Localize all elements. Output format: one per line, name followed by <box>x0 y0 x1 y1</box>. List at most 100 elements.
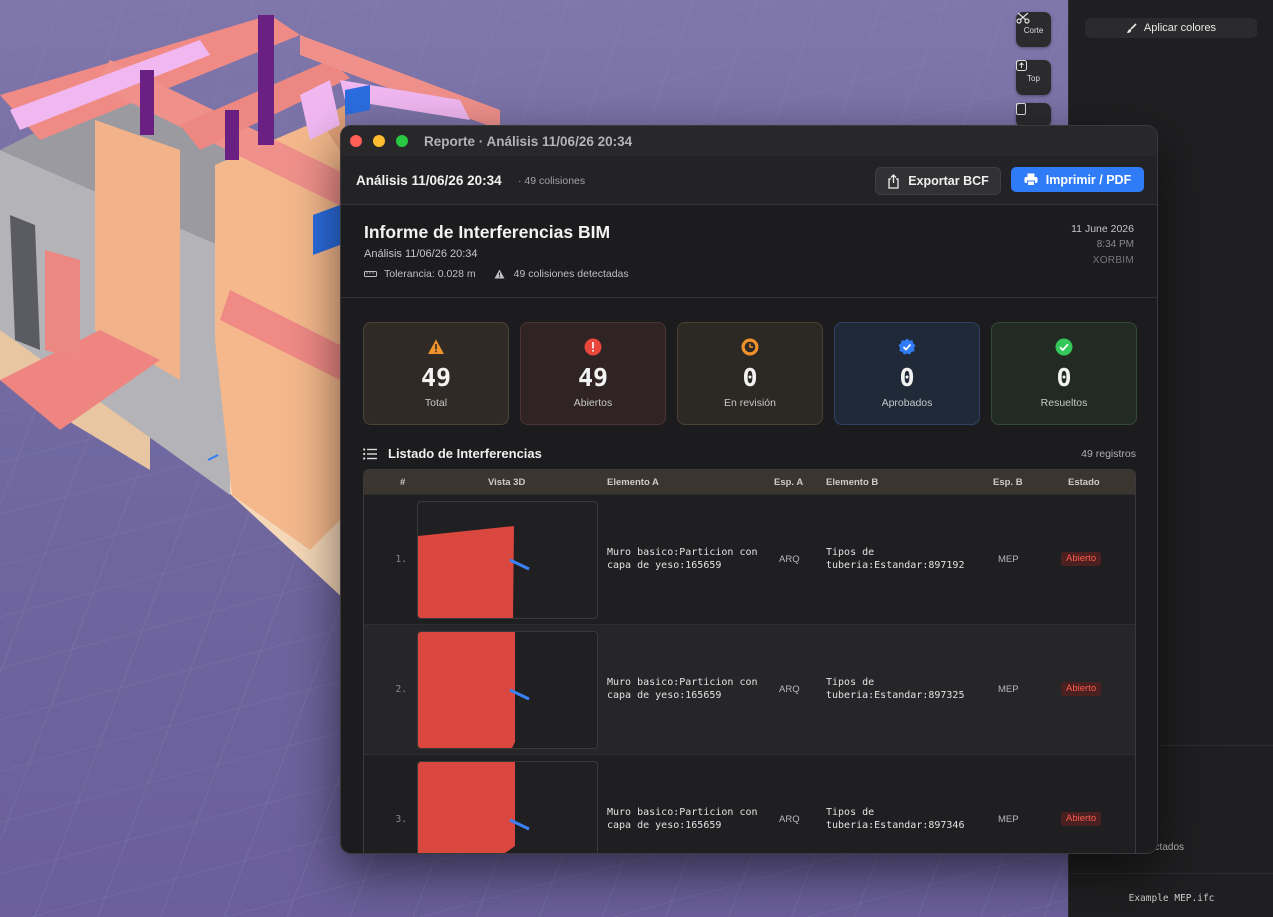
column-header-3d-view: Vista 3D <box>488 477 526 488</box>
interference-table: # Vista 3D Elemento A Esp. A Elemento B … <box>363 469 1136 853</box>
clash-3d-thumbnail[interactable] <box>417 761 598 853</box>
stat-value: 49 <box>420 363 452 392</box>
row-index: 3. <box>395 814 407 825</box>
apply-colors-button[interactable]: Aplicar colores <box>1085 18 1257 38</box>
esp-b: MEP <box>998 554 1019 565</box>
element-b: Tipos de tuberia:Estandar:897346 <box>826 807 965 831</box>
stat-card-total: 49 Total <box>363 322 509 425</box>
table-row[interactable]: 1. Muro basico:Particion con capa de yes… <box>364 494 1135 624</box>
wall-clash-preview <box>418 762 530 853</box>
element-a: Muro basico:Particion con capa de yeso:1… <box>607 807 758 831</box>
report-date: 11 June 2026 <box>1071 223 1134 235</box>
clock-icon <box>741 338 759 356</box>
report-title: Informe de Interferencias BIM <box>364 222 611 242</box>
clash-3d-thumbnail[interactable] <box>417 631 598 749</box>
printer-icon <box>1024 173 1038 186</box>
report-meta: Tolerancia: 0.028 m 49 colisiones detect… <box>364 268 629 280</box>
table-row[interactable]: 3. Muro basico:Particion con capa de yes… <box>364 754 1135 853</box>
exclamation-circle-icon <box>584 338 602 356</box>
stat-label: En revisión <box>724 397 776 409</box>
zoom-window-button[interactable] <box>396 135 408 147</box>
column-header-index: # <box>400 477 406 488</box>
stat-card-resolved: 0 Resueltos <box>991 322 1137 425</box>
clash-3d-thumbnail[interactable] <box>417 501 598 619</box>
table-row[interactable]: 2. Muro basico:Particion con capa de yes… <box>364 624 1135 754</box>
analysis-title: Análisis 11/06/26 20:34 <box>356 173 502 188</box>
print-pdf-button[interactable]: Imprimir / PDF <box>1011 167 1144 192</box>
close-window-button[interactable] <box>350 135 362 147</box>
stat-value: 0 <box>899 363 915 392</box>
row-index: 2. <box>395 684 407 695</box>
share-icon <box>888 173 899 189</box>
element-a: Muro basico:Particion con capa de yeso:1… <box>607 547 758 571</box>
divider <box>1069 873 1273 874</box>
view-mode-button[interactable] <box>1016 103 1051 127</box>
wall-clash-preview <box>418 526 530 618</box>
esp-a: ARQ <box>779 814 800 825</box>
element-b: Tipos de tuberia:Estandar:897325 <box>826 677 965 701</box>
arrow-up-square-icon <box>1016 60 1027 71</box>
esp-a: ARQ <box>779 684 800 695</box>
status-badge[interactable]: Abierto <box>1061 552 1102 566</box>
warning-icon <box>494 269 505 279</box>
esp-a: ARQ <box>779 554 800 565</box>
top-view-label: Top <box>1027 74 1040 83</box>
scissors-icon <box>1016 12 1030 24</box>
stat-value: 0 <box>1056 363 1072 392</box>
minimize-window-button[interactable] <box>373 135 385 147</box>
file-name: Example MEP.ifc <box>1128 893 1215 904</box>
status-badge[interactable]: Abierto <box>1061 682 1102 696</box>
column-header-esp-b: Esp. B <box>993 477 1023 488</box>
stat-card-open: 49 Abiertos <box>520 322 666 425</box>
warning-triangle-icon <box>428 339 444 354</box>
window-title: Reporte · Análisis 11/06/26 20:34 <box>424 134 633 149</box>
section-cut-label: Corte <box>1023 26 1044 35</box>
print-pdf-label: Imprimir / PDF <box>1045 172 1132 187</box>
column-header-status: Estado <box>1068 477 1100 488</box>
column-header-element-b: Elemento B <box>826 477 879 488</box>
column-header-esp-a: Esp. A <box>774 477 804 488</box>
row-index: 1. <box>395 554 407 565</box>
report-subtitle: Análisis 11/06/26 20:34 <box>364 248 478 260</box>
column-header-element-a: Elemento A <box>607 477 659 488</box>
record-count: 49 registros <box>1081 448 1136 460</box>
export-bcf-button[interactable]: Exportar BCF <box>875 167 1001 195</box>
esp-b: MEP <box>998 684 1019 695</box>
list-title: Listado de Interferencias <box>388 446 542 461</box>
stat-value: 49 <box>577 363 609 392</box>
collision-count: · 49 colisiones <box>518 175 586 187</box>
stat-label: Aprobados <box>881 397 933 409</box>
section-cut-button[interactable]: Corte <box>1016 12 1051 47</box>
interference-list-header: Listado de Interferencias 49 registros <box>363 446 1136 464</box>
check-circle-icon <box>1055 338 1073 356</box>
table-header: # Vista 3D Elemento A Esp. A Elemento B … <box>364 470 1135 494</box>
esp-b: MEP <box>998 814 1019 825</box>
stat-label: Resueltos <box>1040 397 1088 409</box>
ruler-icon <box>364 271 377 277</box>
report-time: 8:34 PM <box>1096 239 1134 250</box>
paintbrush-icon <box>1126 22 1137 33</box>
tolerance-text: Tolerancia: 0.028 m <box>384 268 476 280</box>
top-view-button[interactable]: Top <box>1016 60 1051 95</box>
stats-cards: 49 Total 49 Abiertos 0 En revisión 0 Apr… <box>363 322 1137 425</box>
stat-card-approved: 0 Aprobados <box>834 322 980 425</box>
square-icon <box>1016 103 1026 115</box>
report-brand: XORBIM <box>1092 255 1134 266</box>
element-a: Muro basico:Particion con capa de yeso:1… <box>607 677 758 701</box>
verified-badge-icon <box>898 338 916 355</box>
element-b: Tipos de tuberia:Estandar:897192 <box>826 547 965 571</box>
status-badge[interactable]: Abierto <box>1061 812 1102 826</box>
window-titlebar[interactable]: Reporte · Análisis 11/06/26 20:34 <box>341 126 1157 156</box>
report-header: Informe de Interferencias BIM Análisis 1… <box>341 205 1157 298</box>
detected-count-text: 49 colisiones detectadas <box>513 268 629 280</box>
stat-label: Total <box>424 397 448 409</box>
stat-value: 0 <box>742 363 758 392</box>
report-toolbar: Análisis 11/06/26 20:34 · 49 colisiones … <box>341 156 1157 205</box>
wall-clash-preview <box>418 632 530 748</box>
stat-label: Abiertos <box>573 397 613 409</box>
stat-card-in-review: 0 En revisión <box>677 322 823 425</box>
report-window: Reporte · Análisis 11/06/26 20:34 Anális… <box>340 125 1158 854</box>
apply-colors-label: Aplicar colores <box>1143 22 1217 34</box>
export-bcf-label: Exportar BCF <box>908 174 989 188</box>
list-icon <box>363 448 377 460</box>
